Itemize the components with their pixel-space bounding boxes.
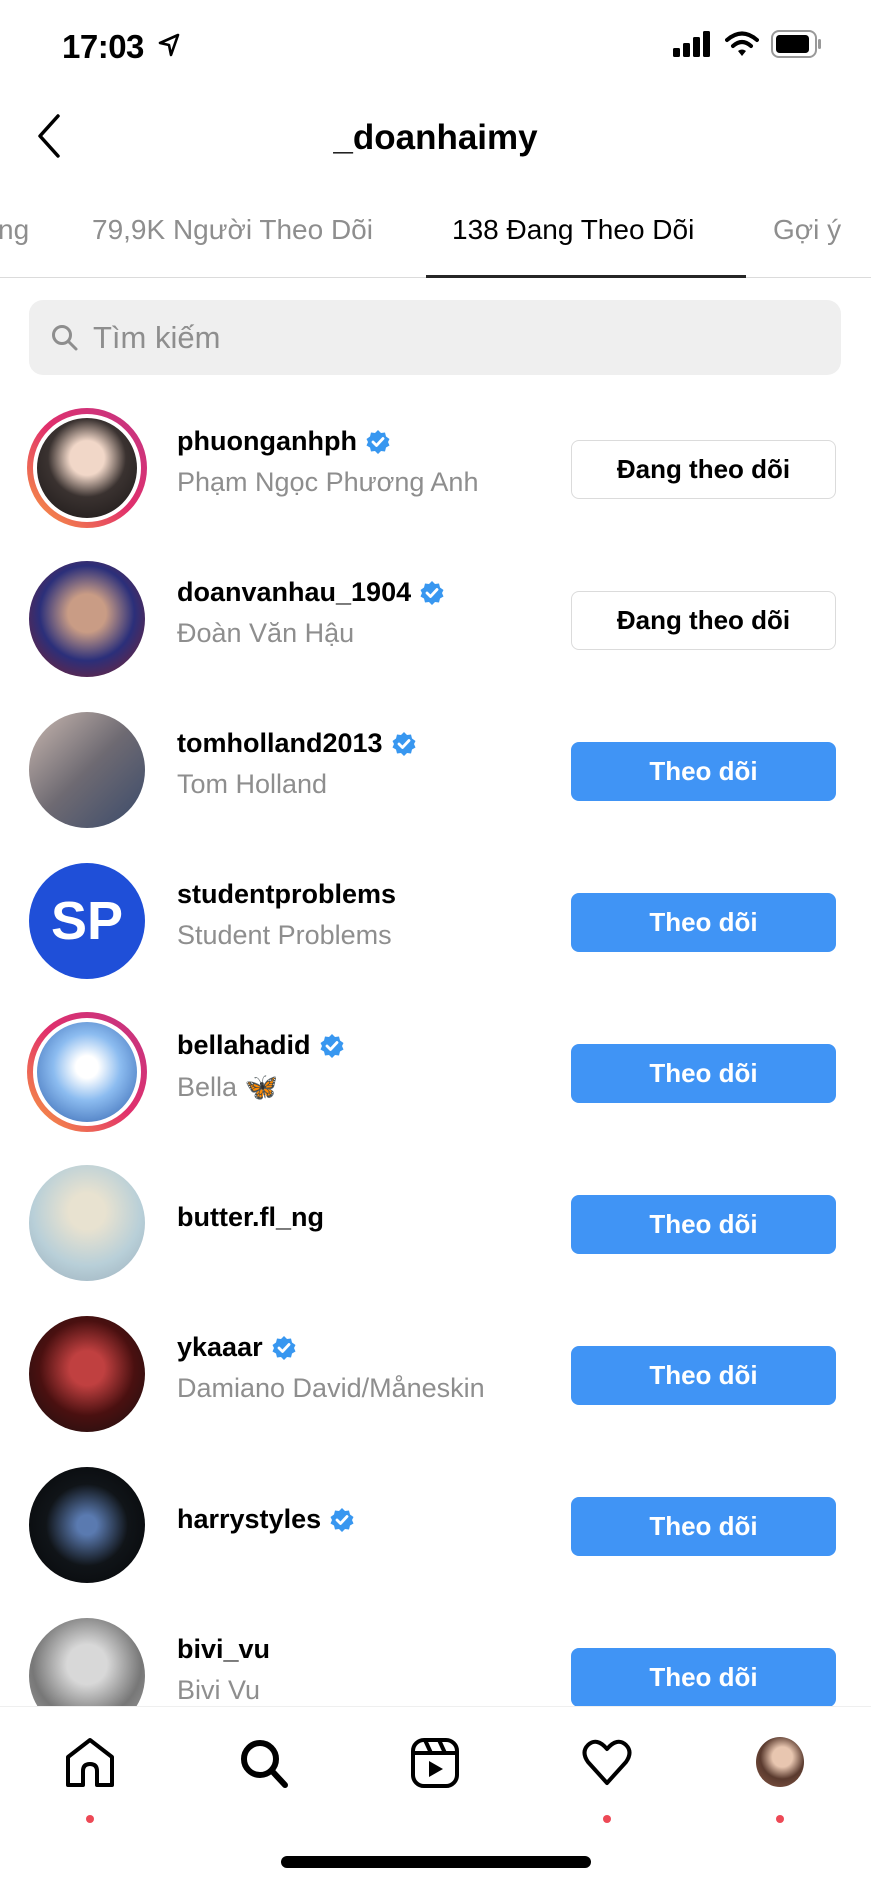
avatar[interactable]	[27, 559, 147, 679]
following-button[interactable]: Đang theo dõi	[571, 440, 836, 499]
avatar[interactable]	[27, 408, 147, 528]
full-name: Phạm Ngọc Phương Anh	[177, 467, 479, 497]
battery-icon	[771, 30, 821, 58]
list-item[interactable]: ykaaar Damiano David/Måneskin Theo dõi	[0, 1298, 871, 1449]
username[interactable]: studentproblems	[177, 879, 396, 910]
search-icon	[52, 324, 78, 350]
avatar-image	[29, 1165, 145, 1281]
avatar[interactable]	[27, 1163, 147, 1283]
list-item[interactable]: bivi_vu Bivi Vu Theo dõi	[0, 1600, 871, 1706]
verified-badge-icon	[330, 1507, 354, 1532]
page-title: _doanhaimy	[333, 118, 538, 157]
nav-reels[interactable]	[405, 1737, 465, 1797]
list-item[interactable]: butter.fl_ng Theo dõi	[0, 1147, 871, 1298]
verified-badge-icon	[366, 429, 390, 454]
tab-following[interactable]: 138 Đang Theo Dõi	[452, 214, 694, 246]
nav-home[interactable]	[60, 1737, 120, 1823]
following-list: phuonganhph Phạm Ngọc Phương Anh Đang th…	[0, 385, 871, 1706]
bottom-nav	[0, 1706, 871, 1823]
heart-icon	[582, 1739, 632, 1785]
verified-badge-icon	[272, 1335, 296, 1360]
following-button[interactable]: Đang theo dõi	[571, 591, 836, 650]
list-item[interactable]: phuonganhph Phạm Ngọc Phương Anh Đang th…	[0, 392, 871, 543]
avatar-image	[29, 1467, 145, 1583]
tab-followers[interactable]: 79,9K Người Theo Dõi	[92, 214, 373, 246]
list-item[interactable]: SP studentproblems Student Problems Theo…	[0, 845, 871, 996]
follow-button[interactable]: Theo dõi	[571, 1497, 836, 1556]
location-arrow-icon	[158, 33, 180, 57]
tab-bar: ng 79,9K Người Theo Dõi 138 Đang Theo Dõ…	[0, 208, 871, 278]
list-item[interactable]: harrystyles Theo dõi	[0, 1449, 871, 1600]
tab-suggested[interactable]: Gợi ý	[773, 214, 841, 246]
active-tab-indicator	[426, 275, 746, 278]
verified-badge-icon	[392, 731, 416, 756]
avatar-image	[33, 1018, 141, 1126]
notification-dot	[776, 1815, 784, 1823]
list-item[interactable]: doanvanhau_1904 Đoàn Văn Hậu Đang theo d…	[0, 543, 871, 694]
full-name: Đoàn Văn Hậu	[177, 618, 355, 648]
signal-icon	[673, 31, 710, 57]
home-icon	[66, 1738, 114, 1787]
full-name: Tom Holland	[177, 769, 328, 799]
avatar[interactable]	[27, 1012, 147, 1132]
search-bar[interactable]	[29, 300, 841, 375]
home-indicator	[281, 1856, 591, 1868]
nav-profile[interactable]	[750, 1737, 810, 1823]
follow-button[interactable]: Theo dõi	[571, 1195, 836, 1254]
notification-dot	[603, 1815, 611, 1823]
reels-icon	[411, 1738, 459, 1788]
avatar[interactable]	[27, 1616, 147, 1706]
avatar-image	[29, 561, 145, 677]
list-item[interactable]: bellahadid Bella 🦋 Theo dõi	[0, 996, 871, 1147]
avatar-image: SP	[29, 863, 145, 979]
follow-button[interactable]: Theo dõi	[571, 1648, 836, 1706]
username[interactable]: harrystyles	[177, 1504, 321, 1535]
list-item[interactable]: tomholland2013 Tom Holland Theo dõi	[0, 694, 871, 845]
username[interactable]: bivi_vu	[177, 1634, 270, 1665]
username[interactable]: phuonganhph	[177, 426, 357, 457]
follow-button[interactable]: Theo dõi	[571, 1346, 836, 1405]
status-icons	[673, 30, 823, 58]
avatar[interactable]: SP	[27, 861, 147, 981]
wifi-icon	[725, 31, 759, 56]
follow-button[interactable]: Theo dõi	[571, 893, 836, 952]
avatar-image	[29, 1618, 145, 1706]
search-icon	[241, 1740, 288, 1788]
username[interactable]: doanvanhau_1904	[177, 577, 411, 608]
username[interactable]: butter.fl_ng	[177, 1202, 324, 1233]
nav-search[interactable]	[234, 1737, 294, 1797]
search-input[interactable]	[93, 319, 793, 356]
notification-dot	[86, 1815, 94, 1823]
avatar[interactable]	[27, 710, 147, 830]
full-name: Bella 🦋	[177, 1072, 279, 1102]
profile-avatar	[756, 1737, 804, 1787]
avatar-image	[29, 712, 145, 828]
full-name: Damiano David/Måneskin	[177, 1373, 485, 1403]
follow-button[interactable]: Theo dõi	[571, 742, 836, 801]
avatar-initials: SP	[50, 891, 124, 951]
username[interactable]: ykaaar	[177, 1332, 263, 1363]
verified-badge-icon	[320, 1033, 344, 1058]
verified-badge-icon	[420, 580, 444, 605]
avatar[interactable]	[27, 1465, 147, 1585]
username[interactable]: tomholland2013	[177, 728, 383, 759]
avatar[interactable]	[27, 1314, 147, 1434]
username[interactable]: bellahadid	[177, 1030, 311, 1061]
full-name: Bivi Vu	[177, 1675, 261, 1705]
avatar-image	[33, 414, 141, 522]
nav-activity[interactable]	[577, 1737, 637, 1823]
follow-button[interactable]: Theo dõi	[571, 1044, 836, 1103]
full-name: Student Problems	[177, 920, 392, 950]
status-time: 17:03	[62, 28, 144, 65]
tab-mutual[interactable]: ng	[0, 214, 29, 246]
avatar-image	[29, 1316, 145, 1432]
